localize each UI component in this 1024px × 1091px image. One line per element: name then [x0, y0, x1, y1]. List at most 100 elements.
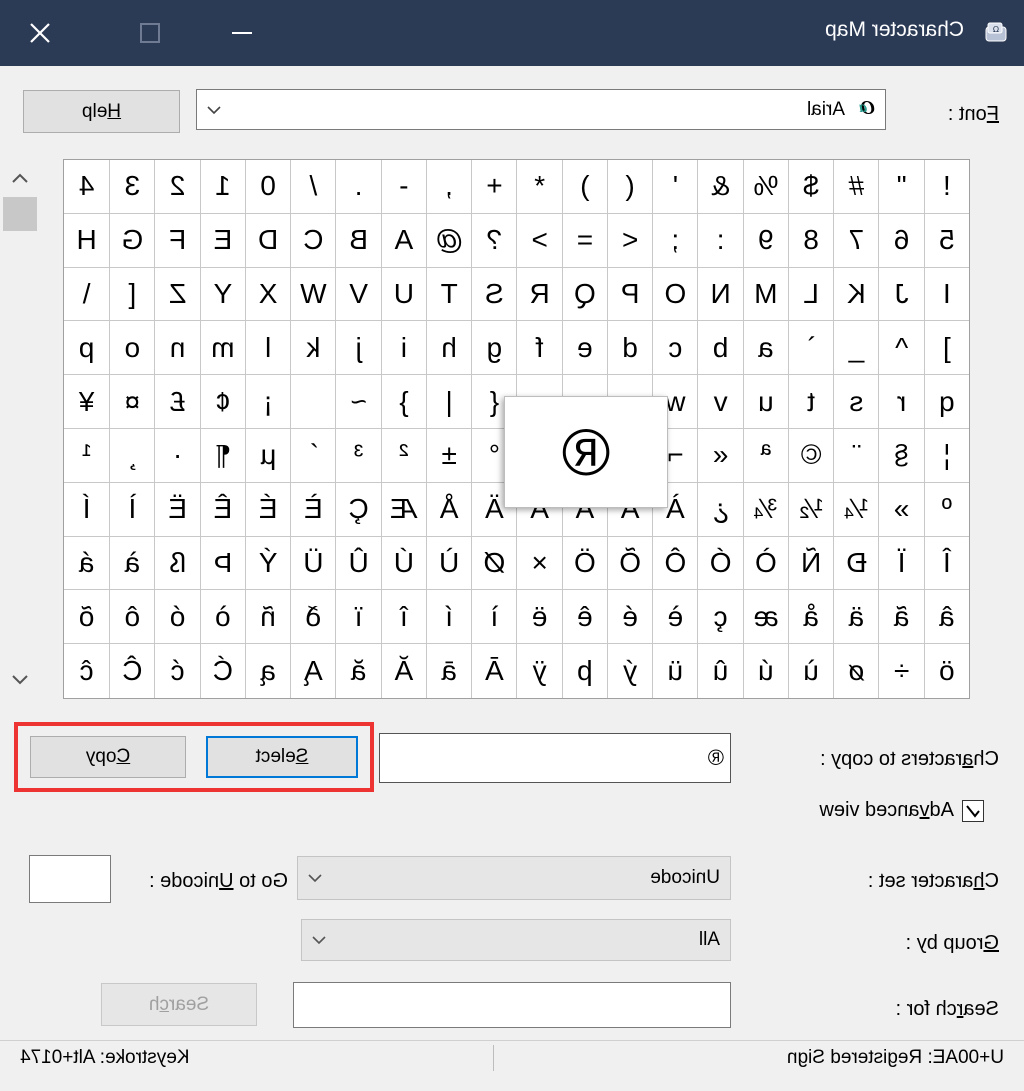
character-cell[interactable]: ×: [516, 536, 562, 591]
character-cell[interactable]: Ü: [290, 536, 336, 591]
character-cell[interactable]: Ï: [878, 536, 924, 591]
character-cell[interactable]: ": [878, 160, 924, 214]
character-cell[interactable]: O: [652, 267, 698, 322]
character-cell[interactable]: v: [697, 375, 743, 429]
character-cell[interactable]: ÷: [878, 644, 924, 698]
character-cell[interactable]: &: [697, 160, 743, 214]
character-cell[interactable]: Ø: [471, 536, 517, 591]
character-cell[interactable]: $: [788, 160, 834, 214]
character-cell[interactable]: Ą: [290, 644, 336, 698]
character-cell[interactable]: «: [697, 428, 743, 483]
character-cell[interactable]: ö: [923, 644, 969, 698]
character-cell[interactable]: ¡: [245, 375, 291, 429]
character-cell[interactable]: ¼: [833, 482, 879, 537]
character-cell[interactable]: ú: [742, 644, 788, 698]
character-cell[interactable]: Ò: [742, 536, 788, 591]
character-cell[interactable]: 3: [109, 160, 155, 214]
character-cell[interactable]: ·: [154, 428, 200, 483]
character-cell[interactable]: í: [426, 590, 472, 645]
character-cell[interactable]: 2: [154, 160, 200, 214]
character-cell[interactable]: n: [154, 321, 200, 376]
character-cell[interactable]: ü: [652, 644, 698, 698]
character-cell[interactable]: ā: [426, 644, 472, 698]
character-cell[interactable]: ă: [335, 644, 381, 698]
character-cell[interactable]: d: [607, 321, 653, 376]
character-cell[interactable]: r: [878, 375, 924, 429]
character-cell[interactable]: A: [380, 213, 426, 268]
character-cell[interactable]: C: [290, 213, 336, 268]
character-cell[interactable]: ,: [426, 160, 472, 214]
character-cell[interactable]: ù: [788, 644, 834, 698]
character-cell[interactable]: û: [697, 644, 743, 698]
search-input[interactable]: [293, 982, 731, 1028]
character-cell[interactable]: f: [516, 321, 562, 376]
character-cell[interactable]: -: [380, 160, 426, 214]
character-cell[interactable]: X: [245, 267, 291, 322]
character-cell[interactable]: c: [652, 321, 698, 376]
character-cell[interactable]: :: [697, 213, 743, 268]
character-cell[interactable]: Ù: [426, 536, 472, 591]
character-cell[interactable]: Å: [426, 482, 472, 537]
character-cell[interactable]: F: [154, 213, 200, 268]
character-cell[interactable]: ´: [290, 428, 336, 483]
character-cell[interactable]: å: [788, 590, 834, 645]
character-cell[interactable]: Ç: [335, 482, 381, 537]
character-cell[interactable]: Y: [199, 267, 245, 322]
character-cell[interactable]: Ú: [380, 536, 426, 591]
character-cell[interactable]: ': [652, 160, 698, 214]
character-cell[interactable]: Ê: [199, 482, 245, 537]
close-button[interactable]: [6, 0, 74, 66]
character-cell[interactable]: £: [154, 375, 200, 429]
character-cell[interactable]: >: [516, 213, 562, 268]
character-cell[interactable]: o: [109, 321, 155, 376]
character-cell[interactable]: W: [290, 267, 336, 322]
character-cell[interactable]: æ: [742, 590, 788, 645]
character-cell[interactable]: Ì: [109, 482, 155, 537]
character-cell[interactable]: Ă: [380, 644, 426, 698]
character-cell[interactable]: Ë: [154, 482, 200, 537]
character-cell[interactable]: q: [923, 375, 969, 429]
character-cell[interactable]: 6: [878, 213, 924, 268]
character-cell[interactable]: ç: [697, 590, 743, 645]
character-cell[interactable]: ò: [199, 590, 245, 645]
character-cell[interactable]: =: [561, 213, 607, 268]
character-cell[interactable]: 4: [64, 160, 110, 214]
character-cell[interactable]: B: [335, 213, 381, 268]
character-cell[interactable]: V: [335, 267, 381, 322]
character-cell[interactable]: Ć: [199, 644, 245, 698]
character-cell[interactable]: è: [652, 590, 698, 645]
character-cell[interactable]: ã: [878, 590, 924, 645]
character-cell[interactable]: H: [64, 213, 110, 268]
character-cell[interactable]: ²: [380, 428, 426, 483]
character-cell[interactable]: k: [290, 321, 336, 376]
character-cell[interactable]: a: [742, 321, 788, 376]
character-cell[interactable]: !: [923, 160, 969, 214]
character-cell[interactable]: *: [516, 160, 562, 214]
character-cell[interactable]: ¶: [199, 428, 245, 483]
character-cell[interactable]: ): [561, 160, 607, 214]
character-cell[interactable]: Ñ: [788, 536, 834, 591]
character-cell[interactable]: s: [833, 375, 879, 429]
character-cell[interactable]: ¹: [64, 428, 110, 483]
character-cell[interactable]: [290, 375, 336, 429]
character-cell[interactable]: %: [742, 160, 788, 214]
minimize-button[interactable]: [208, 0, 276, 66]
character-cell[interactable]: t: [788, 375, 834, 429]
character-cell[interactable]: þ: [561, 644, 607, 698]
character-cell[interactable]: _: [833, 321, 879, 376]
advanced-view-checkbox[interactable]: [962, 800, 984, 822]
character-cell[interactable]: I: [923, 267, 969, 322]
character-cell[interactable]: Z: [154, 267, 200, 322]
character-cell[interactable]: ø: [833, 644, 879, 698]
character-cell[interactable]: 9: [742, 213, 788, 268]
character-cell[interactable]: 5: [923, 213, 969, 268]
character-cell[interactable]: ý: [607, 644, 653, 698]
character-cell[interactable]: ^: [878, 321, 924, 376]
character-cell[interactable]: +: [471, 160, 517, 214]
character-cell[interactable]: ĉ: [64, 644, 109, 698]
character-cell[interactable]: K: [833, 267, 879, 322]
character-cell[interactable]: ¥: [64, 375, 110, 429]
character-cell[interactable]: ¸: [109, 428, 155, 483]
character-cell[interactable]: G: [109, 213, 155, 268]
character-cell[interactable]: m: [199, 321, 245, 376]
